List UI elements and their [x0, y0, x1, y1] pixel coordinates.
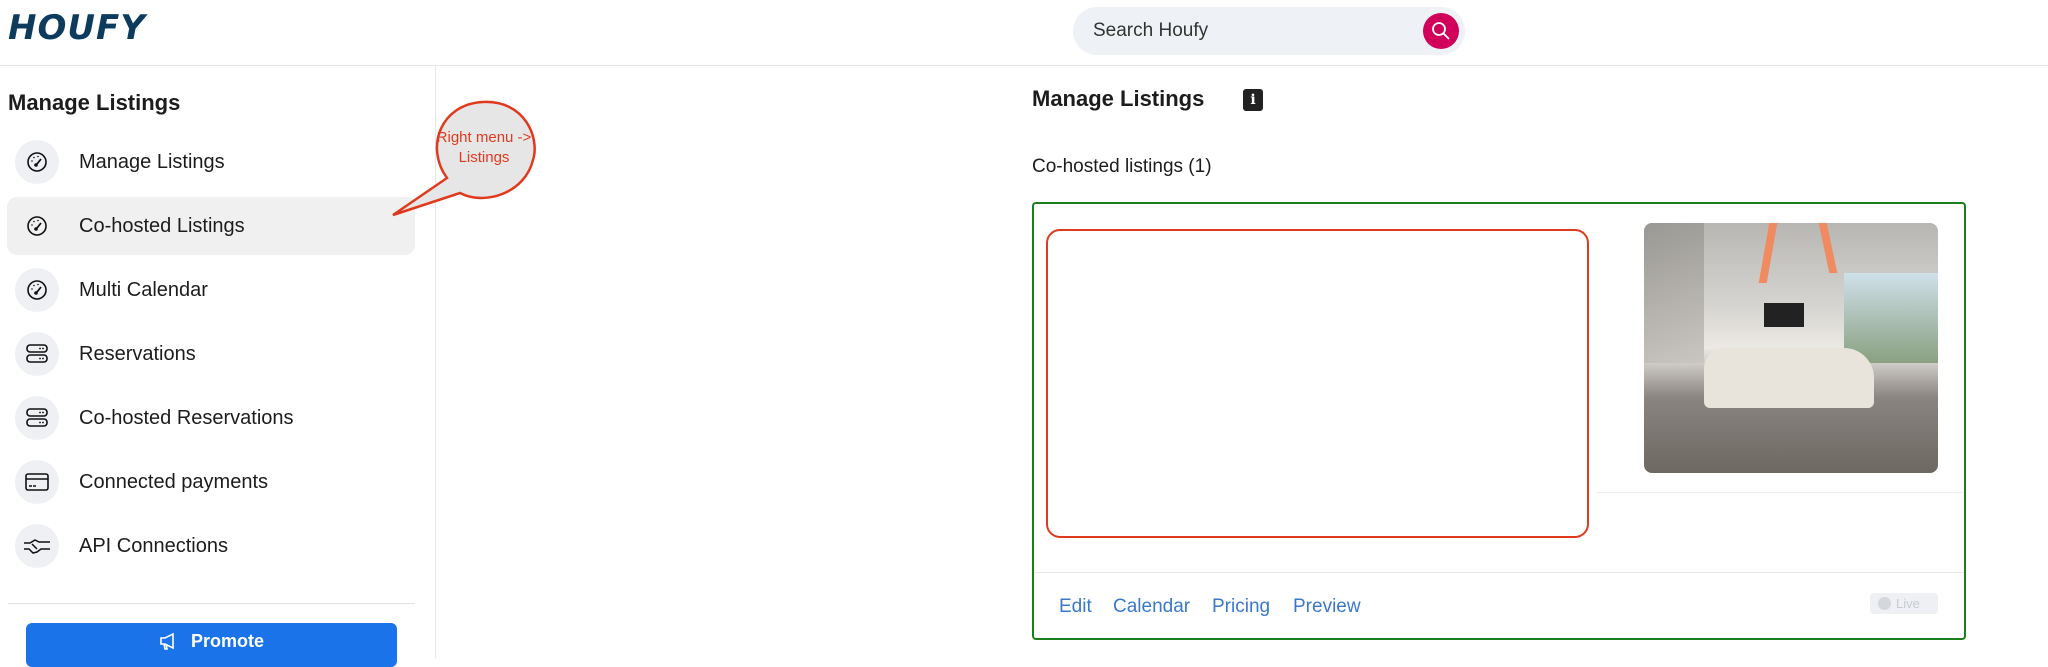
sidebar-item-co-hosted-listings[interactable]: Co-hosted Listings — [7, 197, 415, 255]
section-subtitle: Co-hosted listings (1) — [1032, 156, 1212, 177]
info-icon[interactable]: i — [1243, 89, 1263, 111]
sidebar-item-label: API Connections — [79, 534, 228, 557]
promote-button[interactable]: Promote — [26, 623, 397, 667]
search-button[interactable] — [1423, 13, 1459, 49]
sidebar-item-connected-payments[interactable]: Connected payments — [7, 453, 415, 511]
sidebar-item-api-connections[interactable]: API Connections — [7, 517, 415, 575]
sidebar-divider-line — [8, 603, 415, 604]
card-footer-divider — [1034, 572, 1964, 573]
sidebar-item-label: Reservations — [79, 342, 196, 365]
sidebar-item-multi-calendar[interactable]: Multi Calendar — [7, 261, 415, 319]
server-icon — [15, 332, 59, 376]
handshake-icon — [15, 524, 59, 568]
sidebar-title: Manage Listings — [8, 90, 181, 115]
promote-label: Promote — [190, 630, 264, 651]
sidebar-item-label: Connected payments — [79, 470, 269, 493]
search-bar[interactable]: Search Houfy — [1073, 7, 1465, 55]
sidebar-item-label: Co-hosted Listings — [79, 214, 245, 237]
calendar-link[interactable]: Calendar — [1113, 596, 1190, 618]
credit-card-icon — [15, 460, 59, 504]
sidebar-item-co-hosted-reservations[interactable]: Co-hosted Reservations — [7, 389, 415, 447]
live-toggle[interactable]: Live — [1870, 593, 1938, 614]
sidebar-item-label: Co-hosted Reservations — [79, 406, 294, 429]
redacted-listing-details — [1046, 229, 1589, 538]
server-icon — [15, 396, 59, 440]
sidebar-item-label: Manage Listings — [79, 150, 225, 173]
sidebar-item-manage-listings[interactable]: Manage Listings — [7, 133, 415, 191]
pricing-link[interactable]: Pricing — [1212, 596, 1270, 618]
gauge-icon — [15, 268, 59, 312]
annotation-text: Right menu -> Listings — [436, 129, 532, 166]
listing-photo[interactable] — [1644, 223, 1938, 473]
megaphone-icon — [160, 632, 174, 650]
search-input[interactable]: Search Houfy — [1093, 20, 1208, 42]
page-title: Manage Listings — [1032, 86, 1205, 111]
houfy-logo[interactable]: HOUFY — [8, 8, 146, 48]
sidebar-item-reservations[interactable]: Reservations — [7, 325, 415, 383]
header-divider — [0, 65, 2048, 66]
search-icon — [1432, 22, 1450, 40]
gauge-icon — [15, 204, 59, 248]
sidebar-item-label: Multi Calendar — [79, 278, 208, 301]
toggle-dot-icon — [1878, 597, 1891, 610]
live-label: Live — [1896, 596, 1920, 611]
gauge-icon — [15, 140, 59, 184]
preview-link[interactable]: Preview — [1293, 596, 1361, 618]
card-divider — [1596, 492, 1962, 493]
edit-link[interactable]: Edit — [1059, 596, 1092, 618]
